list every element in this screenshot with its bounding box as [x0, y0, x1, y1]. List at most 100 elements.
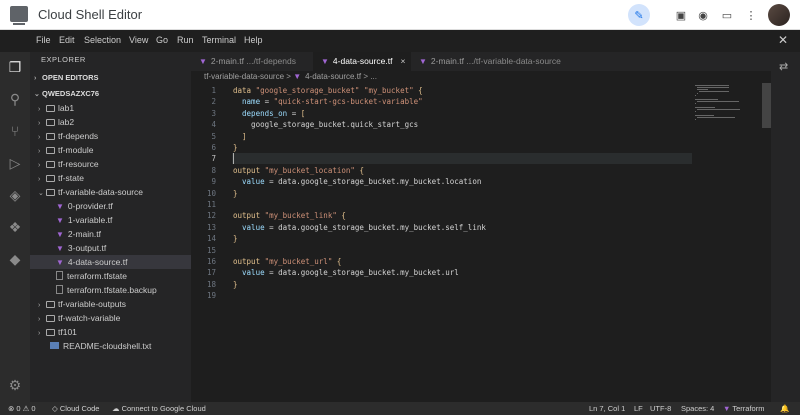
menu-view[interactable]: View: [129, 35, 148, 45]
web-preview-icon[interactable]: ◉: [692, 4, 714, 26]
tree-item-terraform-tfstate[interactable]: terraform.tfstate: [30, 269, 191, 283]
extensions-icon[interactable]: ◈: [6, 186, 24, 204]
app-title: Cloud Shell Editor: [38, 7, 143, 22]
tree-item-label: README-cloudshell.txt: [63, 341, 152, 351]
minimap-line: [697, 101, 740, 102]
tree-item-0-provider-tf[interactable]: ▼ 0-provider.tf: [30, 199, 191, 213]
tab-4-data-source[interactable]: ▼ 4-data-source.tf ×: [313, 52, 411, 71]
folder-icon: [46, 301, 55, 308]
explorer-icon[interactable]: ❐: [6, 58, 24, 76]
problems-indicator[interactable]: ⊗ 0 ⚠ 0: [8, 404, 36, 413]
code-line[interactable]: value = data.google_storage_bucket.my_bu…: [233, 268, 459, 277]
code-line[interactable]: }: [233, 280, 238, 289]
tab-2-main-variable-data-source[interactable]: ▼ 2-main.tf .../tf-variable-data-source: [411, 52, 571, 71]
code-line[interactable]: output "my_bucket_url" {: [233, 257, 341, 266]
search-icon[interactable]: ⚲: [6, 90, 24, 108]
code-line[interactable]: data "google_storage_bucket" "my_bucket"…: [233, 86, 423, 95]
code-line[interactable]: value = data.google_storage_bucket.my_bu…: [233, 177, 481, 186]
tree-item-2-main-tf[interactable]: ▼ 2-main.tf: [30, 227, 191, 241]
menu-help[interactable]: Help: [244, 35, 263, 45]
gear-icon[interactable]: ⚙: [6, 376, 24, 394]
tree-item-tf-state[interactable]: › tf-state: [30, 171, 191, 185]
tree-item-tf-watch-variable[interactable]: › tf-watch-variable: [30, 311, 191, 325]
file-encoding[interactable]: UTF-8: [650, 404, 671, 413]
line-number: 18: [206, 279, 216, 289]
tree-item-1-variable-tf[interactable]: ▼ 1-variable.tf: [30, 213, 191, 227]
code-line[interactable]: output "my_bucket_location" {: [233, 166, 364, 175]
tree-item-3-output-tf[interactable]: ▼ 3-output.tf: [30, 241, 191, 255]
tree-item-terraform-tfstate-backup[interactable]: terraform.tfstate.backup: [30, 283, 191, 297]
minimap-line: [695, 111, 696, 112]
more-options-icon[interactable]: ⋮: [740, 4, 762, 26]
menu-selection[interactable]: Selection: [84, 35, 121, 45]
tree-item-tf-depends[interactable]: › tf-depends: [30, 129, 191, 143]
tree-item-label: tf101: [58, 327, 77, 337]
tree-item-tf-resource[interactable]: › tf-resource: [30, 157, 191, 171]
editor-scrollbar[interactable]: [762, 83, 771, 128]
minimap-line: [697, 117, 736, 118]
source-control-icon[interactable]: ⑂: [6, 122, 24, 140]
code-editor[interactable]: 1 data "google_storage_bucket" "my_bucket…: [191, 83, 771, 402]
line-number: 3: [211, 108, 216, 118]
tree-item-tf-module[interactable]: › tf-module: [30, 143, 191, 157]
connect-google-cloud[interactable]: ☁ Connect to Google Cloud: [112, 404, 206, 413]
code-line[interactable]: ]: [233, 132, 247, 141]
tree-item-tf-variable-outputs[interactable]: › tf-variable-outputs: [30, 297, 191, 311]
tree-item-lab1[interactable]: › lab1: [30, 101, 191, 115]
breadcrumb: tf-variable-data-source > ▼ 4-data-source…: [204, 72, 377, 81]
menu-terminal[interactable]: Terminal: [202, 35, 236, 45]
open-editor-pencil-icon[interactable]: ✎: [628, 4, 650, 26]
editor-tabs: ▼ 2-main.tf .../tf-depends ▼ 4-data-source…: [191, 52, 771, 71]
tree-item-tf-variable-data-source[interactable]: ⌄ tf-variable-data-source: [30, 185, 191, 199]
line-number: 8: [211, 165, 216, 175]
terraform-file-icon: ▼: [56, 244, 64, 253]
project-root[interactable]: ⌄ QWEDSAZXC76: [34, 89, 99, 98]
tree-item-4-data-source-tf[interactable]: ▼ 4-data-source.tf: [30, 255, 191, 269]
text-cursor: [233, 153, 234, 164]
minimap-line: [695, 107, 715, 108]
indentation[interactable]: Spaces: 4: [681, 404, 714, 413]
folder-icon: [46, 119, 55, 126]
cursor-position[interactable]: Ln 7, Col 1: [589, 404, 625, 413]
tree-item-label: lab2: [58, 117, 75, 127]
code-line[interactable]: }: [233, 234, 238, 243]
folder-icon: [46, 175, 55, 182]
tab-2-main-depends[interactable]: ▼ 2-main.tf .../tf-depends: [191, 52, 313, 71]
layout-icon[interactable]: ▭: [716, 4, 738, 26]
line-number: 12: [206, 211, 216, 221]
menu-run[interactable]: Run: [177, 35, 194, 45]
split-editor-icon[interactable]: ⇄: [779, 60, 788, 73]
menu-file[interactable]: File: [36, 35, 51, 45]
close-tab-icon[interactable]: ×: [400, 56, 405, 66]
bell-icon[interactable]: 🔔: [780, 404, 789, 413]
terraform-icon[interactable]: ◆: [6, 250, 24, 268]
code-line[interactable]: }: [233, 143, 238, 152]
language-mode[interactable]: ▼ Terraform: [723, 404, 764, 413]
line-number: 15: [206, 245, 216, 255]
tree-item-tf101[interactable]: › tf101: [30, 325, 191, 339]
breadcrumb-file[interactable]: 4-data-source.tf: [305, 72, 361, 81]
code-line[interactable]: name = "quick-start-gcs-bucket-variable": [233, 97, 423, 106]
code-line[interactable]: google_storage_bucket.quick_start_gcs: [233, 120, 418, 129]
code-line[interactable]: output "my_bucket_link" {: [233, 211, 346, 220]
code-line[interactable]: }: [233, 189, 238, 198]
close-icon[interactable]: ✕: [778, 33, 788, 47]
minimap[interactable]: [695, 83, 771, 143]
run-debug-icon[interactable]: ▷: [6, 154, 24, 172]
code-line[interactable]: value = data.google_storage_bucket.my_bu…: [233, 223, 486, 232]
menu-edit[interactable]: Edit: [59, 35, 75, 45]
right-panel: ⇄: [771, 52, 800, 402]
breadcrumb-folder[interactable]: tf-variable-data-source: [204, 72, 284, 81]
tree-item-label: tf-watch-variable: [58, 313, 121, 323]
tree-item-readme-cloudshell-txt[interactable]: README-cloudshell.txt: [30, 339, 191, 353]
avatar[interactable]: [768, 4, 790, 26]
cloud-code-icon[interactable]: ❖: [6, 218, 24, 236]
open-terminal-icon[interactable]: ▣: [670, 4, 692, 26]
cloud-code-status[interactable]: ◇ Cloud Code: [52, 404, 99, 413]
open-editors-section[interactable]: › OPEN EDITORS: [34, 73, 99, 82]
status-bar: ⊗ 0 ⚠ 0 ◇ Cloud Code ☁ Connect to Google…: [0, 402, 800, 415]
tree-item-lab2[interactable]: › lab2: [30, 115, 191, 129]
menu-go[interactable]: Go: [156, 35, 168, 45]
code-line[interactable]: depends_on = [: [233, 109, 305, 118]
line-ending[interactable]: LF: [634, 404, 643, 413]
